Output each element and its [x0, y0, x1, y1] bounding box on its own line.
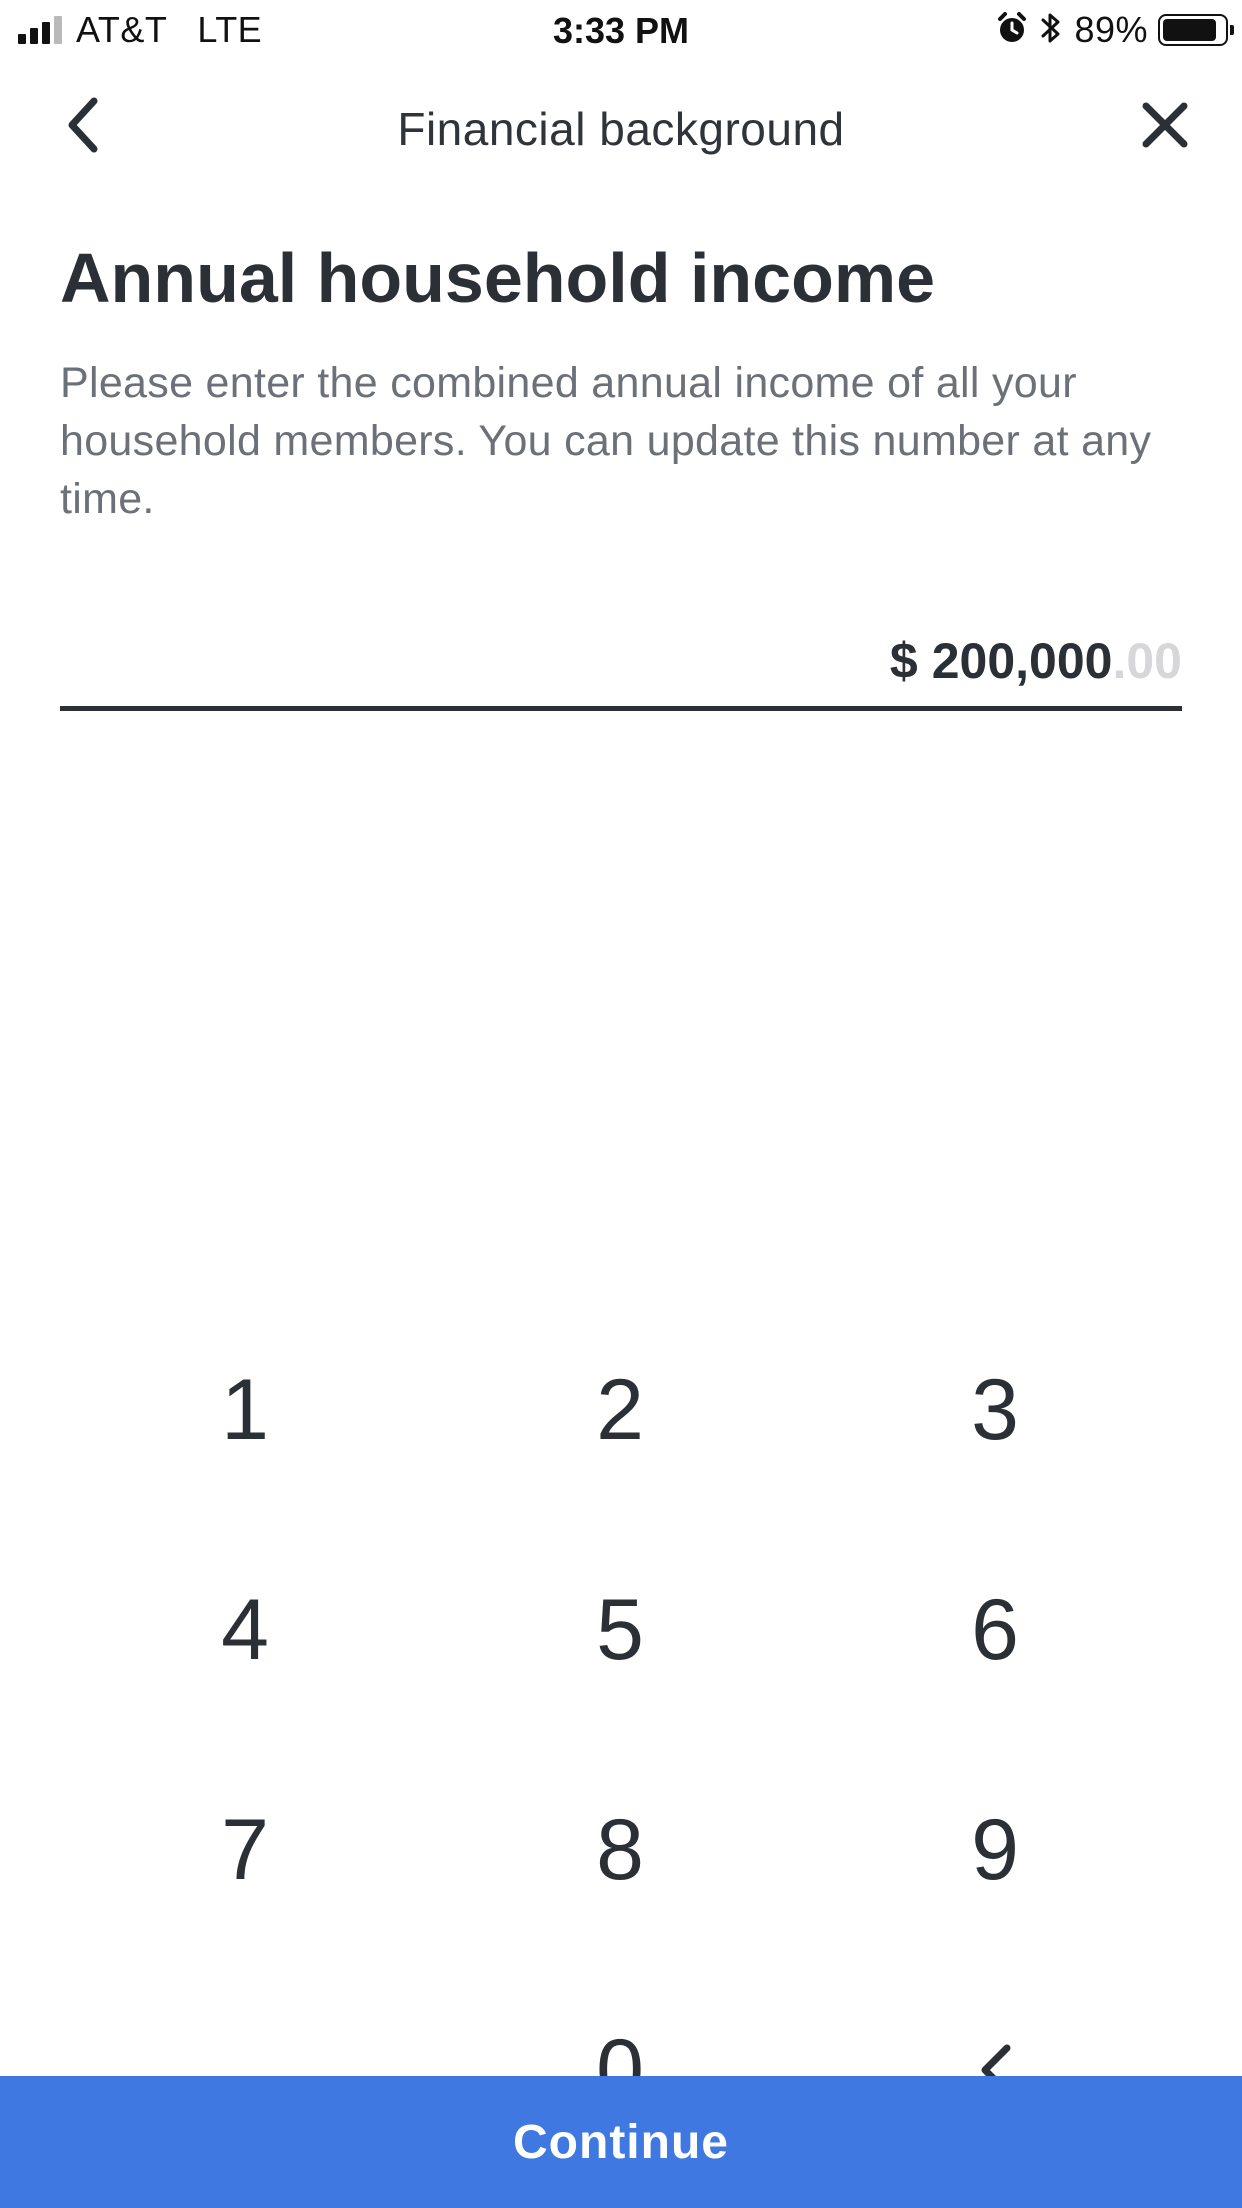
- battery-icon: [1158, 14, 1234, 46]
- key-4[interactable]: 4: [95, 1530, 395, 1730]
- key-9[interactable]: 9: [845, 1750, 1145, 1950]
- amount-cents: .00: [1112, 633, 1182, 689]
- key-3[interactable]: 3: [845, 1310, 1145, 1510]
- key-5[interactable]: 5: [470, 1530, 770, 1730]
- status-bar: AT&T LTE 3:33 PM 89%: [0, 0, 1242, 62]
- key-6[interactable]: 6: [845, 1530, 1145, 1730]
- battery-percent: 89%: [1074, 9, 1148, 50]
- nav-title: Financial background: [397, 103, 845, 155]
- key-2[interactable]: 2: [470, 1310, 770, 1510]
- income-amount-field[interactable]: $200,000.00: [60, 620, 1182, 711]
- bluetooth-icon: [1040, 10, 1062, 51]
- key-1[interactable]: 1: [95, 1310, 395, 1510]
- alarm-icon: [996, 11, 1028, 50]
- page-description: Please enter the combined annual income …: [60, 359, 1152, 523]
- continue-button[interactable]: Continue: [0, 2076, 1242, 2208]
- key-8[interactable]: 8: [470, 1750, 770, 1950]
- amount-whole: 200,000: [931, 633, 1113, 689]
- key-7[interactable]: 7: [95, 1750, 395, 1950]
- page-title: Annual household income: [60, 239, 936, 317]
- close-button[interactable]: [1130, 90, 1200, 160]
- status-right: 89%: [996, 8, 1234, 52]
- close-icon: [1142, 102, 1188, 148]
- battery-fill: [1163, 19, 1216, 41]
- currency-symbol: $: [889, 633, 918, 689]
- income-amount-value: $200,000.00: [890, 632, 1182, 690]
